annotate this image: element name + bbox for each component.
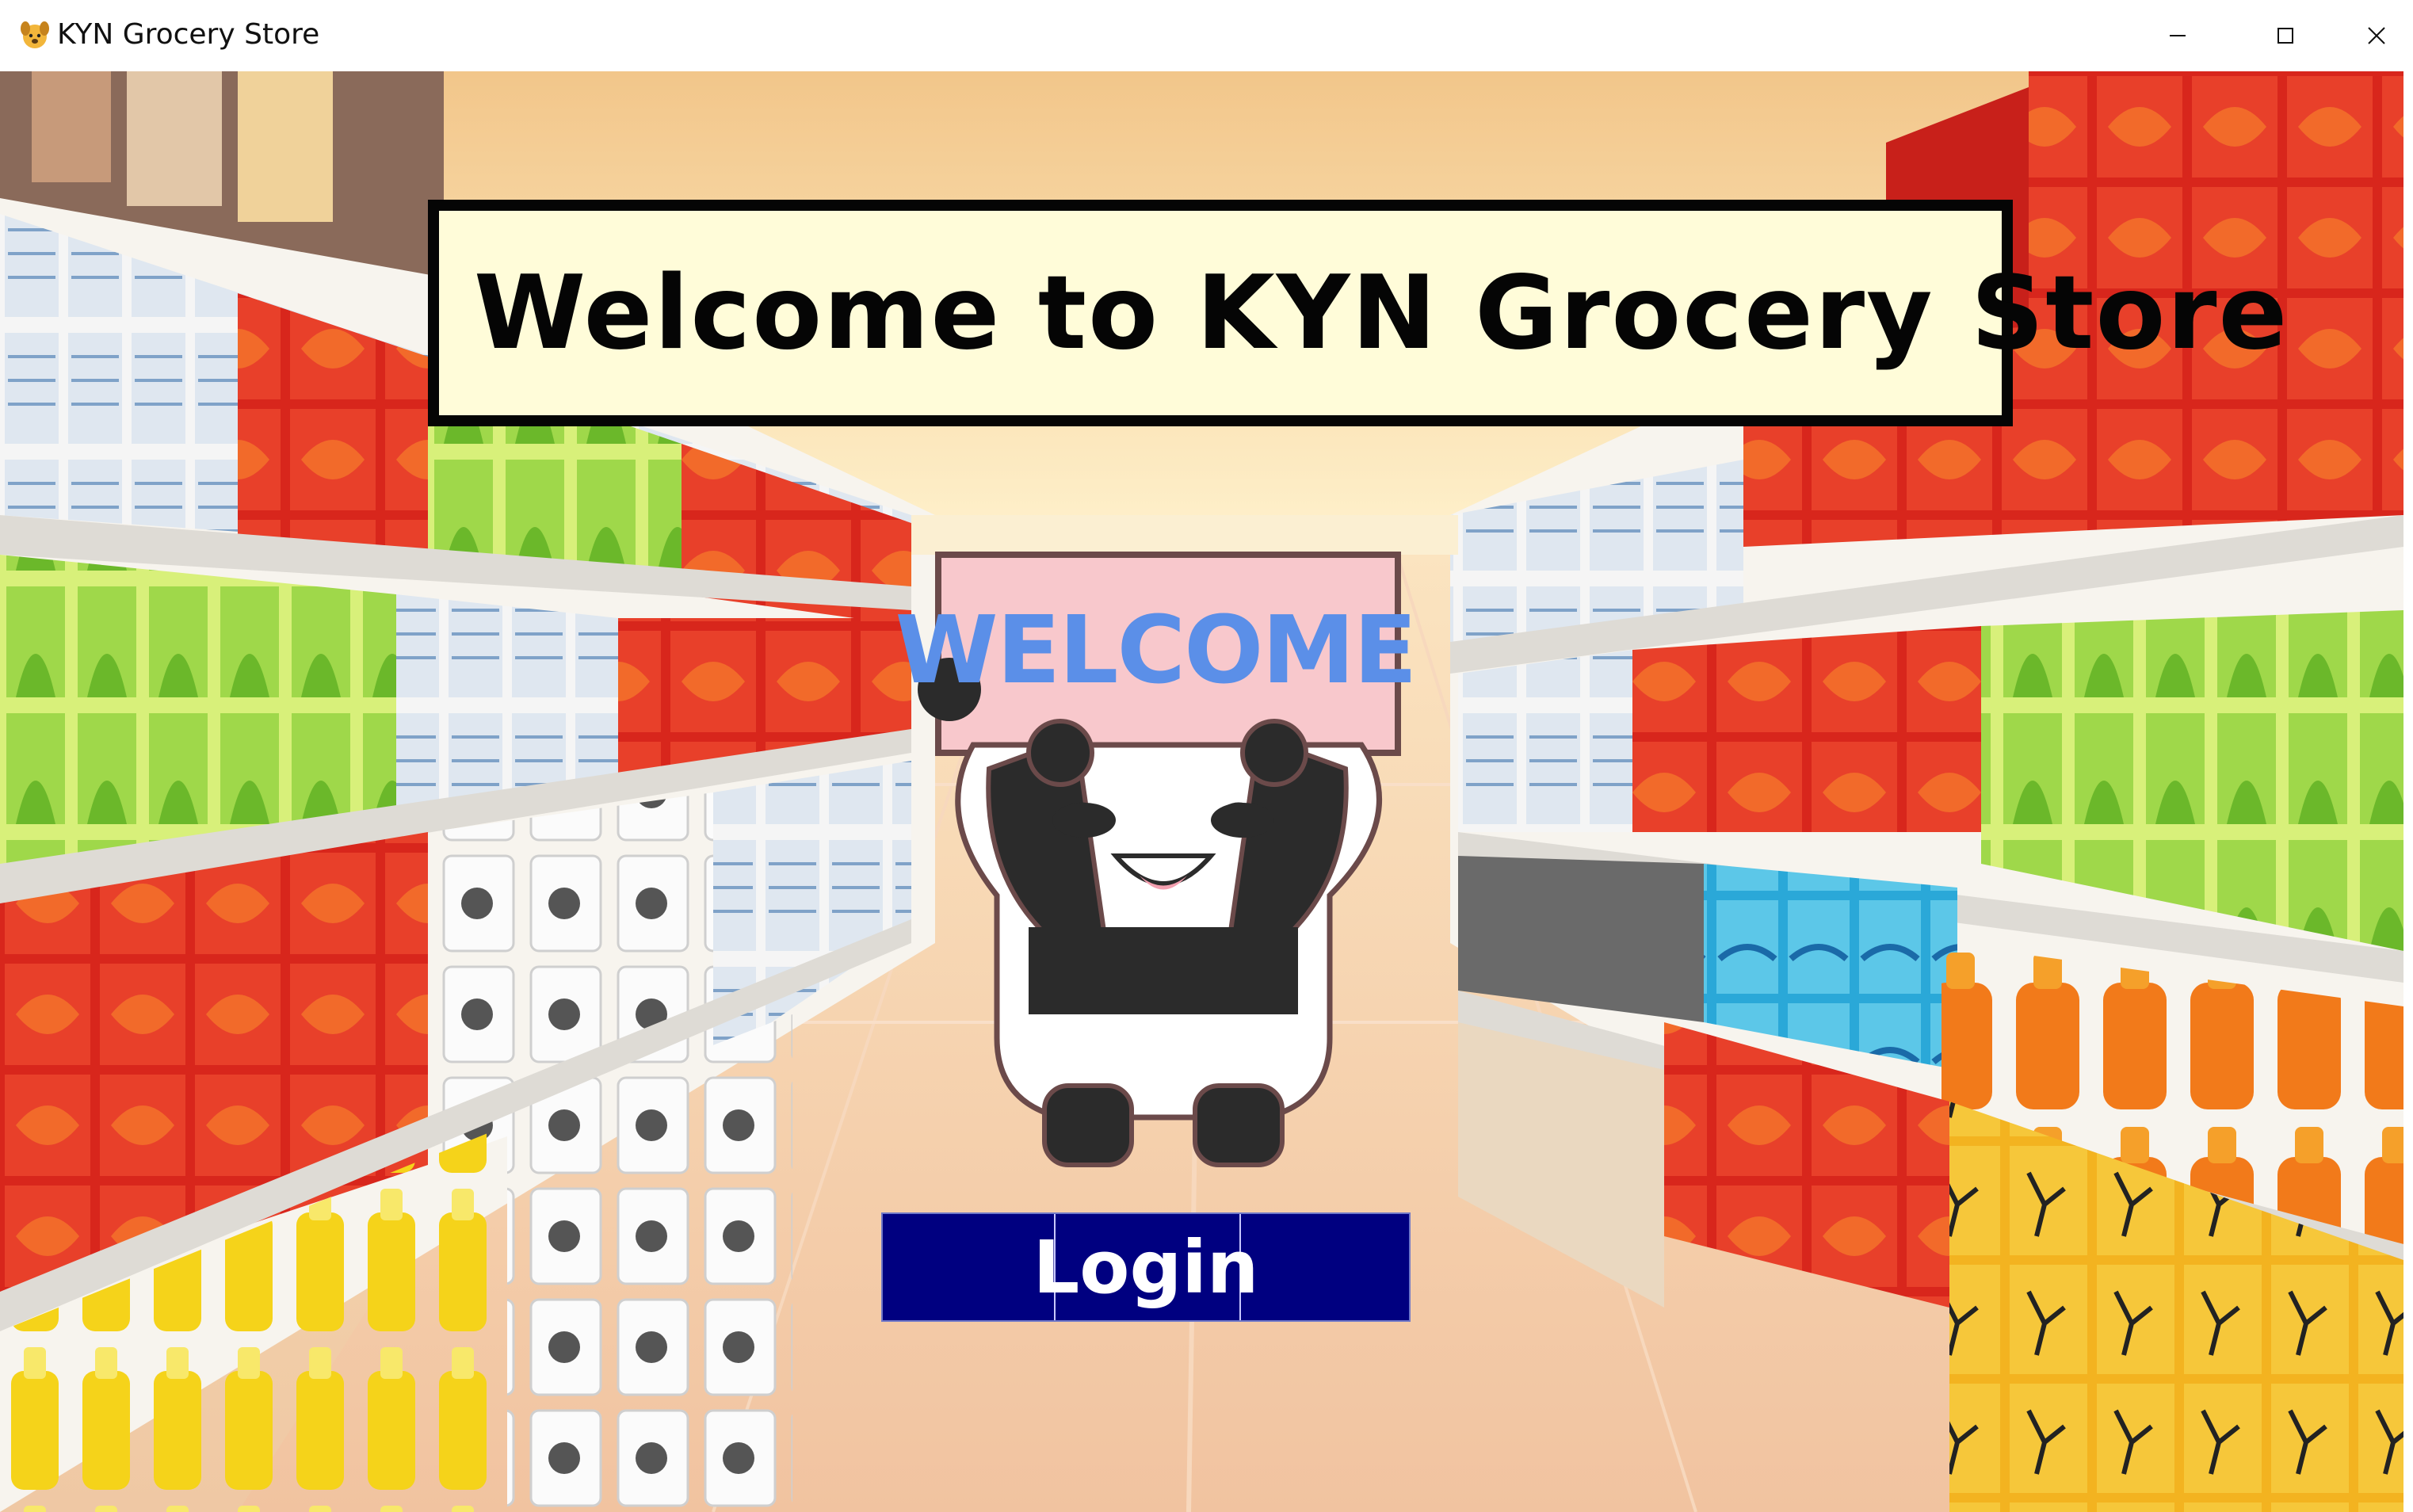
dog-face-icon xyxy=(21,21,49,48)
maximize-icon xyxy=(2277,28,2293,44)
login-label: Login xyxy=(1033,1224,1259,1310)
grocery-aisle-scene: Welcome to KYN Grocery Store WELCOME Log… xyxy=(0,71,2403,1512)
window-border xyxy=(2403,71,2413,1512)
welcome-banner: Welcome to KYN Grocery Store xyxy=(428,200,2287,426)
minimize-icon xyxy=(2170,35,2186,36)
banner-title: Welcome to KYN Grocery Store xyxy=(474,254,2289,372)
window-title-bar: KYN Grocery Store xyxy=(0,0,2413,71)
close-icon xyxy=(2367,27,2385,44)
minimize-button[interactable] xyxy=(2124,0,2232,71)
close-button[interactable] xyxy=(2339,0,2413,71)
login-button[interactable]: Login xyxy=(881,1212,1411,1322)
window-title: KYN Grocery Store xyxy=(57,18,320,51)
maximize-button[interactable] xyxy=(2232,0,2339,71)
sign-text: WELCOME xyxy=(895,595,1418,704)
